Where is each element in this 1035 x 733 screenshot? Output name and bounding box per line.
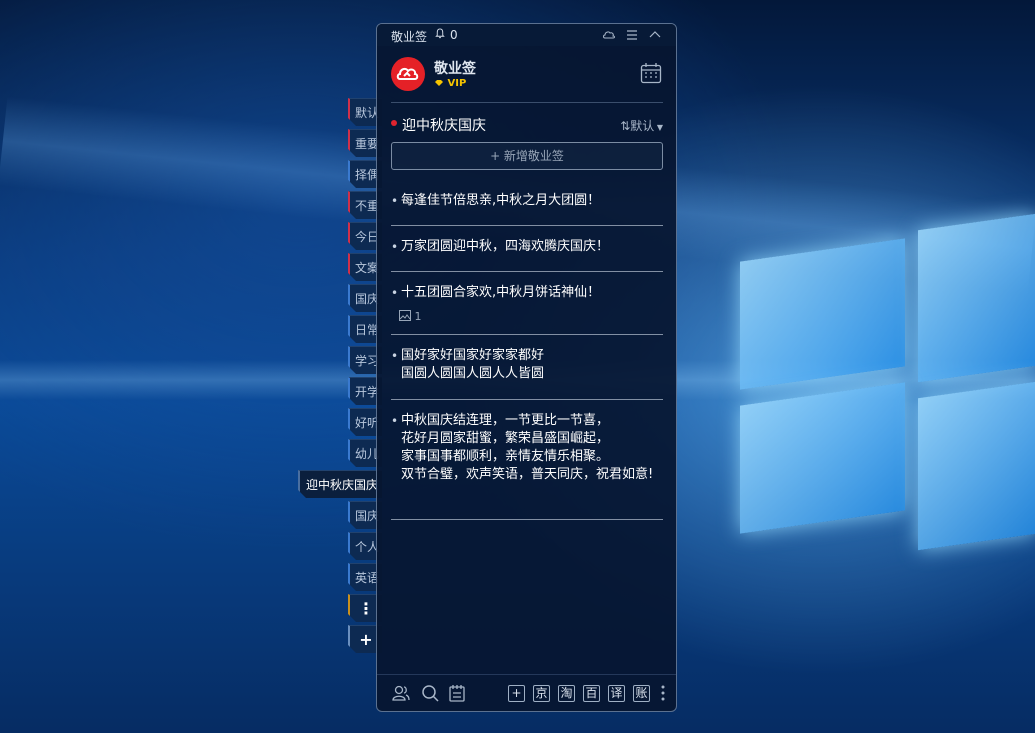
note-separator bbox=[391, 519, 663, 520]
notification-count: 0 bbox=[450, 28, 458, 42]
footer-toolbar: + 京 淘 百 译 账 bbox=[377, 674, 676, 711]
add-shortcut-button[interactable]: + bbox=[508, 685, 525, 702]
bullet-icon: • bbox=[391, 414, 399, 428]
category-title: 迎中秋庆国庆 bbox=[402, 118, 486, 134]
cloud-sync-icon[interactable] bbox=[602, 28, 616, 42]
vip-label: VIP bbox=[447, 78, 467, 89]
note-text: 万家团圆迎中秋，四海欢腾庆国庆！ bbox=[401, 239, 610, 254]
bullet-icon: • bbox=[391, 240, 399, 254]
note-separator bbox=[391, 334, 663, 335]
collapse-icon[interactable] bbox=[648, 28, 662, 42]
sort-icon: ⇅ bbox=[620, 119, 631, 133]
taobao-shortcut-button[interactable]: 淘 bbox=[558, 685, 575, 702]
note-item[interactable]: • 国好家好国家好家家都好 国圆人圆国人圆人人皆圆 bbox=[391, 347, 663, 383]
baidu-shortcut-button[interactable]: 百 bbox=[583, 685, 600, 702]
jd-shortcut-button[interactable]: 京 bbox=[533, 685, 550, 702]
search-icon[interactable] bbox=[421, 684, 439, 702]
diamond-icon bbox=[435, 80, 443, 86]
cloud-logo-icon bbox=[396, 67, 419, 80]
divider bbox=[391, 102, 663, 103]
note-text: 国好家好国家好家家都好 国圆人圆国人圆人人皆圆 bbox=[401, 348, 545, 381]
note-separator bbox=[391, 399, 663, 400]
add-note-button[interactable]: + 新增敬业签 bbox=[391, 142, 663, 170]
category-header: 迎中秋庆国庆 ⇅默认 ▼ bbox=[391, 114, 663, 134]
account-shortcut-button[interactable]: 账 bbox=[633, 685, 650, 702]
note-text: 每逢佳节倍思亲,中秋之月大团圆！ bbox=[401, 193, 601, 208]
username: 敬业签 bbox=[434, 61, 476, 77]
bell-icon[interactable] bbox=[435, 28, 445, 39]
sort-label: 默认 bbox=[630, 119, 655, 133]
avatar[interactable] bbox=[391, 57, 425, 91]
note-item[interactable]: • 十五团圆合家欢,中秋月饼话神仙！ 1 bbox=[391, 284, 663, 326]
menu-icon[interactable] bbox=[625, 28, 639, 42]
calendar-icon[interactable] bbox=[640, 62, 662, 84]
note-separator bbox=[391, 271, 663, 272]
bullet-icon: • bbox=[391, 194, 399, 208]
notepad-icon[interactable] bbox=[448, 684, 466, 702]
notes-panel: 敬业签 0 敬业签 VIP 迎中秋庆国庆 ⇅默认 ▼ + 新增敬业签 • 每逢佳… bbox=[376, 23, 677, 712]
title-bar: 敬业签 0 bbox=[377, 24, 676, 46]
note-separator bbox=[391, 225, 663, 226]
category-tab-active[interactable]: 迎中秋庆国庆 bbox=[298, 470, 382, 498]
image-icon bbox=[399, 310, 411, 321]
note-text: 十五团圆合家欢,中秋月饼话神仙！ bbox=[401, 285, 601, 300]
bullet-icon: • bbox=[391, 349, 399, 363]
translate-shortcut-button[interactable]: 译 bbox=[608, 685, 625, 702]
windows-logo bbox=[736, 210, 1035, 570]
sort-dropdown[interactable]: ⇅默认 ▼ bbox=[620, 117, 663, 134]
vip-badge: VIP bbox=[434, 78, 466, 89]
attachment-indicator[interactable]: 1 bbox=[399, 308, 422, 326]
note-text: 中秋国庆结连理，一节更比一节喜， 花好月圆家甜蜜，繁荣昌盛国崛起， 家事国事都顺… bbox=[401, 413, 654, 482]
caret-down-icon: ▼ bbox=[654, 123, 663, 132]
contacts-icon[interactable] bbox=[392, 684, 410, 702]
attachment-count: 1 bbox=[414, 310, 422, 323]
user-header: 敬业签 VIP bbox=[377, 54, 676, 102]
category-dot bbox=[391, 120, 397, 126]
app-title: 敬业签 bbox=[391, 30, 428, 44]
bullet-icon: • bbox=[391, 286, 399, 300]
more-vertical-icon[interactable] bbox=[661, 684, 665, 702]
note-item[interactable]: • 中秋国庆结连理，一节更比一节喜， 花好月圆家甜蜜，繁荣昌盛国崛起， 家事国事… bbox=[391, 412, 663, 502]
